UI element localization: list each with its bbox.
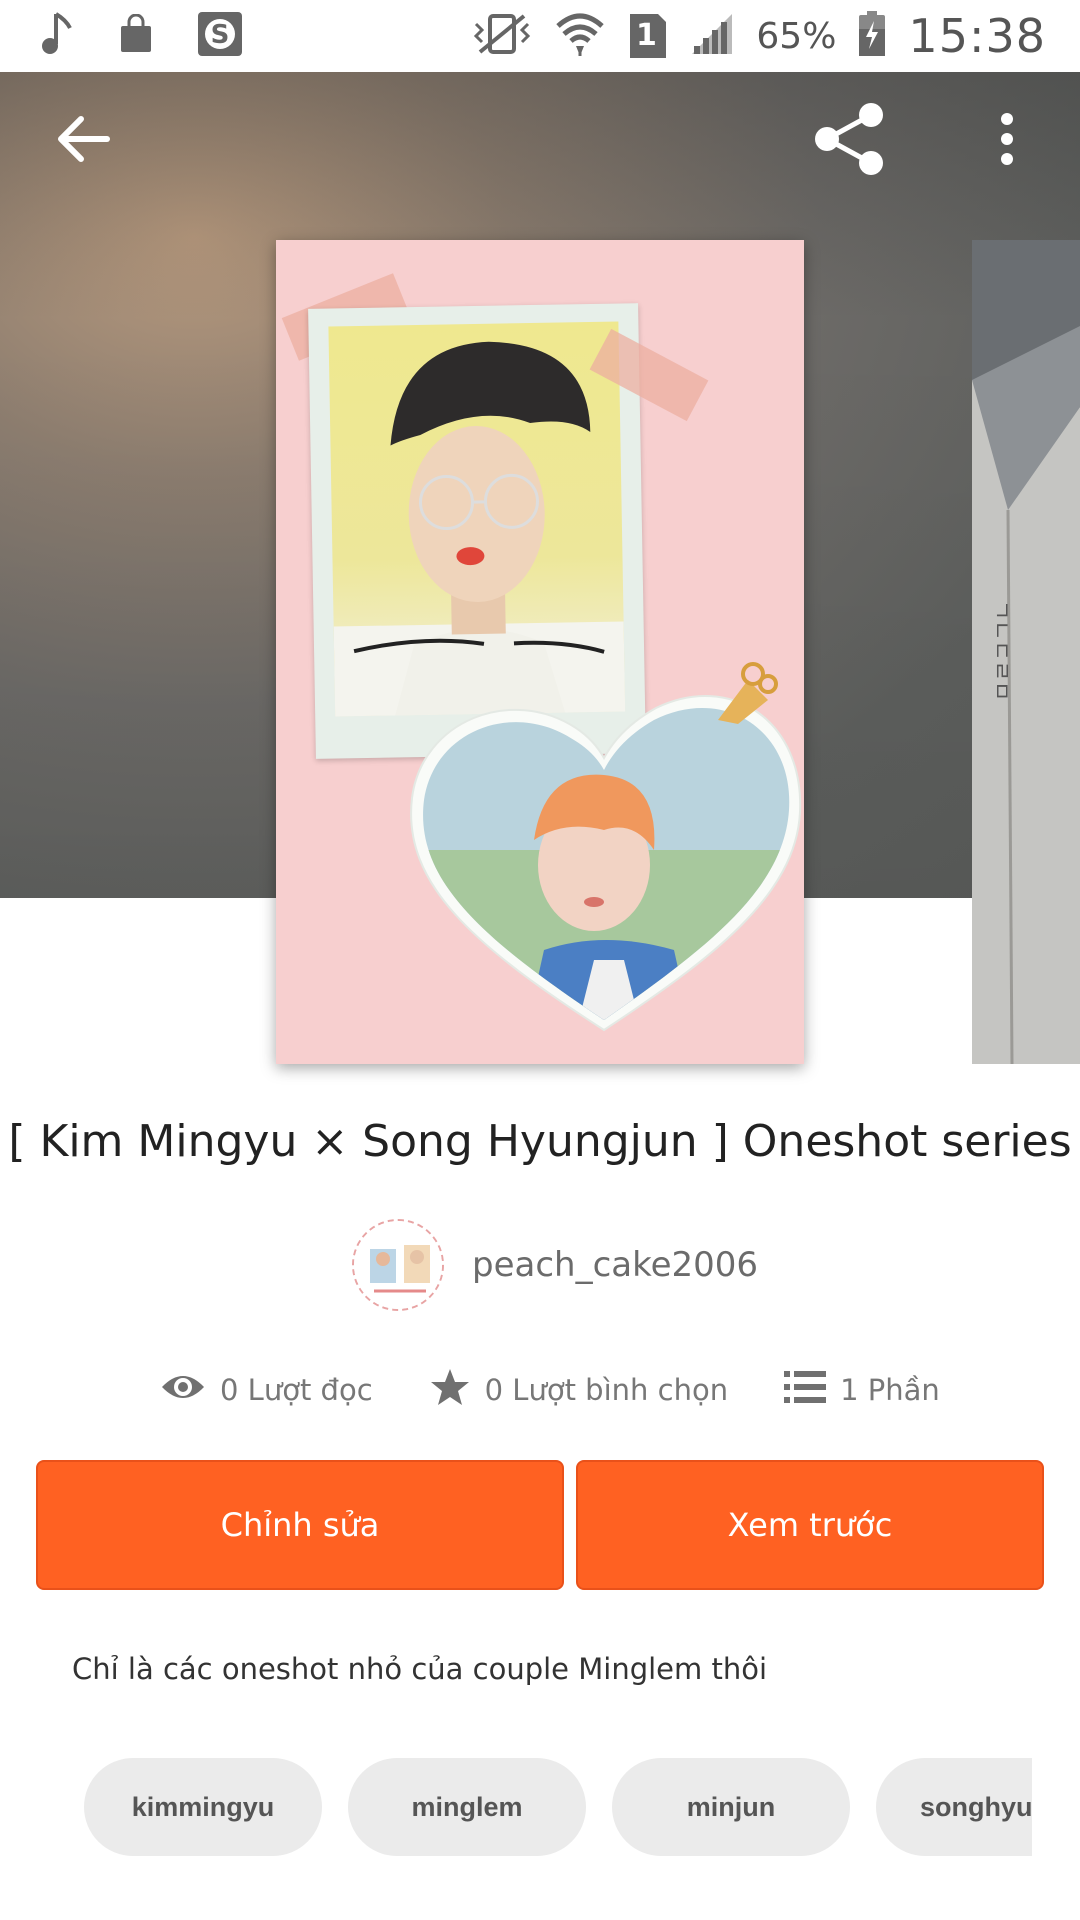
avatar[interactable] (352, 1219, 444, 1311)
skype-icon: S (196, 10, 244, 63)
status-bar-system: 1 65% 15:38 (472, 8, 1046, 64)
preview-button[interactable]: Xem trước (576, 1460, 1044, 1590)
music-note-icon (40, 10, 76, 63)
heart-photo-frame (404, 680, 804, 1040)
back-arrow-icon (55, 113, 111, 170)
share-button[interactable] (814, 102, 884, 176)
parts-stat: 1 Phần (784, 1369, 940, 1412)
eye-icon (160, 1371, 206, 1410)
parts-count: 1 Phần (840, 1373, 940, 1407)
list-icon (784, 1369, 827, 1412)
cover-portrait (328, 321, 626, 717)
tag-chip[interactable]: minglem (348, 1758, 586, 1856)
signal-icon (690, 12, 734, 61)
back-button[interactable] (48, 106, 118, 176)
shopping-bag-icon (118, 13, 154, 59)
story-description: Chỉ là các oneshot nhỏ của couple Mingle… (72, 1652, 768, 1686)
next-story-cover[interactable]: ㄱㄴㄷㄹㅁ (972, 240, 1080, 1065)
sim-slot-label: 1 (635, 18, 657, 53)
story-stats: 0 Lượt đọc 0 Lượt bình chọn 1 Phần (160, 1362, 996, 1418)
battery-charging-icon (858, 10, 886, 62)
paperclip-decoration (708, 660, 778, 730)
status-bar-notifications: S (40, 10, 244, 62)
share-icon (811, 101, 887, 182)
edit-button[interactable]: Chỉnh sửa (36, 1460, 564, 1590)
author-name[interactable]: peach_cake2006 (472, 1245, 758, 1285)
tag-chip[interactable]: kimmingyu (84, 1758, 322, 1856)
sim-icon: 1 (628, 12, 668, 60)
tag-chip[interactable]: minjun (612, 1758, 850, 1856)
votes-count: 0 Lượt bình chọn (484, 1373, 729, 1407)
tag-chip[interactable]: songhyu (876, 1758, 1032, 1856)
svg-text:ㄱㄴㄷㄹㅁ: ㄱㄴㄷㄹㅁ (988, 600, 1013, 701)
story-cover-image[interactable] (276, 240, 804, 1064)
status-bar: S 1 65% 15:38 (0, 0, 1080, 72)
reads-stat: 0 Lượt đọc (160, 1371, 373, 1410)
clock: 15:38 (908, 9, 1046, 63)
star-icon (429, 1367, 471, 1414)
story-details-screen: S 1 65% 15:38 ㄱㄴㄷㄹㅁ [Kim Mingyu × Song … (0, 0, 1080, 1920)
wifi-icon (554, 10, 606, 63)
svg-text:S: S (211, 20, 230, 50)
reads-count: 0 Lượt đọc (220, 1373, 373, 1407)
overflow-menu-button[interactable] (972, 106, 1042, 176)
story-title: [ Kim Mingyu × Song Hyungjun ] Oneshot s… (8, 1116, 1072, 1167)
battery-percent: 65% (756, 15, 837, 57)
overflow-menu-icon (997, 111, 1017, 172)
author-row[interactable]: peach_cake2006 (352, 1218, 758, 1312)
vibrate-icon (472, 12, 532, 61)
tag-list[interactable]: kimmingyu minglem minjun songhyu (84, 1758, 1032, 1856)
votes-stat: 0 Lượt bình chọn (429, 1367, 728, 1414)
